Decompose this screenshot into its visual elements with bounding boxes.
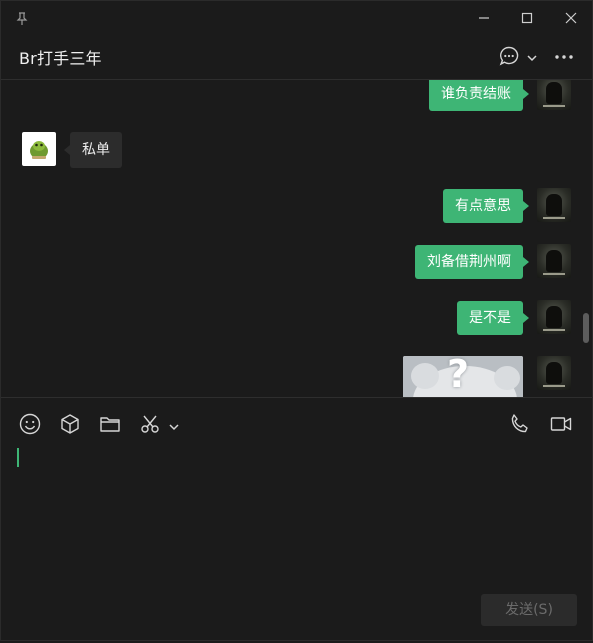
message-bubble[interactable]: 刘备借荆州啊 [415,245,529,279]
scissors-icon[interactable] [138,412,162,440]
chat-info-icon[interactable] [498,45,520,71]
avatar[interactable] [537,244,571,278]
composer: 发送(S) [1,397,592,643]
phone-icon[interactable] [508,412,532,440]
send-button[interactable]: 发送(S) [481,594,577,626]
message-bubble[interactable]: 有点意思 [443,189,529,223]
maximize-icon[interactable] [518,9,536,27]
avatar[interactable] [537,356,571,390]
sticker-glyph: ? [447,356,470,396]
folder-icon[interactable] [98,412,122,440]
emoji-icon[interactable] [18,412,42,440]
message-bubble[interactable]: 谁负责结账 [429,80,529,111]
title-bar [1,1,592,35]
scrollbar[interactable] [583,313,589,343]
avatar[interactable] [537,300,571,334]
sticker-image[interactable]: ? [403,356,523,397]
close-icon[interactable] [562,9,580,27]
message-list[interactable]: 谁负责结账 私单 有点意思 刘备借荆州啊 是不是 ? [1,80,592,397]
minimize-icon[interactable] [475,9,493,27]
avatar[interactable] [537,188,571,222]
message-bubble[interactable]: 私单 [64,132,122,168]
box-icon[interactable] [58,412,82,440]
chat-header: Br打手三年 [1,35,592,80]
pin-icon[interactable] [15,11,29,25]
avatar[interactable] [537,80,571,110]
chevron-down-icon[interactable] [168,418,180,437]
chevron-down-icon[interactable] [526,49,538,68]
video-icon[interactable] [549,412,573,440]
chat-window: Br打手三年 谁负责结账 私单 有点意思 刘备借荆州啊 是不是 ? 发送(S) [0,0,593,641]
message-input[interactable] [15,442,575,582]
more-icon[interactable] [554,47,574,71]
avatar[interactable] [22,132,56,166]
message-bubble[interactable]: 是不是 [457,301,529,335]
chat-title: Br打手三年 [19,49,102,68]
